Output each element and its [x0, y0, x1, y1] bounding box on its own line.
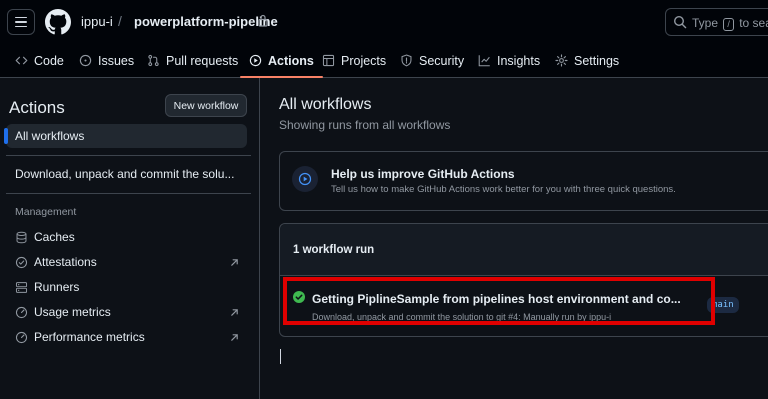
tab-projects-label: Projects	[341, 53, 387, 68]
sidebar-item-workflow[interactable]: Download, unpack and commit the solu...	[15, 167, 234, 181]
tab-security[interactable]: Security	[400, 44, 464, 77]
tab-issues-label: Issues	[98, 53, 135, 68]
repo-name-link[interactable]: powerplatform-pipeline	[134, 14, 278, 29]
meter-icon	[15, 306, 28, 318]
issue-icon	[79, 54, 92, 67]
pull-request-icon	[148, 54, 159, 67]
text-cursor	[280, 349, 281, 364]
sidebar-item-usage-metrics[interactable]: Usage metrics	[15, 303, 243, 321]
github-logo-icon[interactable]	[45, 9, 71, 35]
tab-code[interactable]: Code	[15, 44, 64, 77]
graph-icon	[478, 55, 490, 67]
attestations-label: Attestations	[34, 255, 97, 269]
divider	[6, 193, 251, 194]
new-workflow-button[interactable]: New workflow	[165, 94, 247, 117]
shield-icon	[401, 54, 412, 67]
tab-issues[interactable]: Issues	[79, 44, 134, 77]
feedback-title: Help us improve GitHub Actions	[331, 167, 515, 181]
annotation-highlight-box	[283, 277, 715, 325]
tab-security-label: Security	[419, 53, 465, 68]
code-icon	[15, 56, 28, 65]
tab-pull-requests[interactable]: Pull requests	[147, 44, 238, 77]
hamburger-menu-button[interactable]	[7, 9, 35, 35]
management-heading: Management	[15, 206, 77, 218]
sidebar-title: Actions	[9, 98, 65, 117]
feedback-banner[interactable]: Help us improve GitHub Actions Tell us h…	[279, 151, 768, 211]
runners-label: Runners	[34, 280, 80, 294]
search-input[interactable]: Type / to search	[665, 8, 768, 36]
workflow-run-count: 1 workflow run	[293, 244, 375, 256]
feedback-icon-wrapper	[292, 166, 318, 192]
runs-list-header: 1 workflow run	[280, 224, 768, 276]
performance-metrics-label: Performance metrics	[34, 330, 145, 344]
tab-settings-label: Settings	[574, 53, 620, 68]
sidebar-item-all-workflows[interactable]: All workflows	[4, 124, 247, 148]
all-workflows-label: All workflows	[15, 129, 85, 143]
repo-owner-link[interactable]: ippu-i	[81, 14, 113, 29]
tab-insights[interactable]: Insights	[478, 44, 540, 77]
external-link-icon	[231, 258, 238, 266]
slash-key-hint: /	[723, 18, 734, 31]
tab-settings[interactable]: Settings	[555, 44, 619, 77]
play-icon	[249, 54, 262, 67]
table-icon	[322, 54, 335, 67]
usage-metrics-label: Usage metrics	[34, 305, 111, 319]
page-title: All workflows	[279, 96, 372, 113]
page-subtitle: Showing runs from all workflows	[279, 118, 451, 132]
tab-pull-requests-label: Pull requests	[166, 53, 239, 68]
feedback-subtitle: Tell us how to make GitHub Actions work …	[331, 184, 676, 195]
lock-icon	[258, 14, 268, 27]
play-icon	[298, 172, 312, 186]
external-link-icon	[231, 308, 238, 316]
gear-icon	[555, 54, 568, 67]
sidebar-item-runners[interactable]: Runners	[15, 278, 243, 296]
external-link-icon	[231, 333, 238, 341]
actions-sidebar: Actions New workflow All workflows Downl…	[0, 78, 260, 399]
top-header: ippu-i / powerplatform-pipeline Type / t…	[0, 0, 768, 44]
search-placeholder: Type / to search	[692, 16, 768, 31]
tab-insights-label: Insights	[497, 53, 541, 68]
sidebar-item-caches[interactable]: Caches	[15, 228, 243, 246]
sidebar-item-attestations[interactable]: Attestations	[15, 253, 243, 271]
caches-label: Caches	[34, 230, 75, 244]
path-separator: /	[118, 13, 122, 29]
repo-nav: Code Issues Pull requests Actions Projec…	[0, 44, 768, 78]
sidebar-item-performance-metrics[interactable]: Performance metrics	[15, 328, 243, 346]
tab-actions[interactable]: Actions	[240, 44, 323, 78]
search-icon	[673, 15, 687, 29]
cache-icon	[16, 231, 27, 243]
tab-projects[interactable]: Projects	[322, 44, 386, 77]
verified-icon	[15, 256, 28, 268]
tab-actions-label: Actions	[268, 53, 314, 68]
meter-icon	[15, 331, 28, 343]
server-icon	[15, 281, 28, 293]
divider	[6, 155, 251, 156]
tab-code-label: Code	[34, 53, 64, 68]
